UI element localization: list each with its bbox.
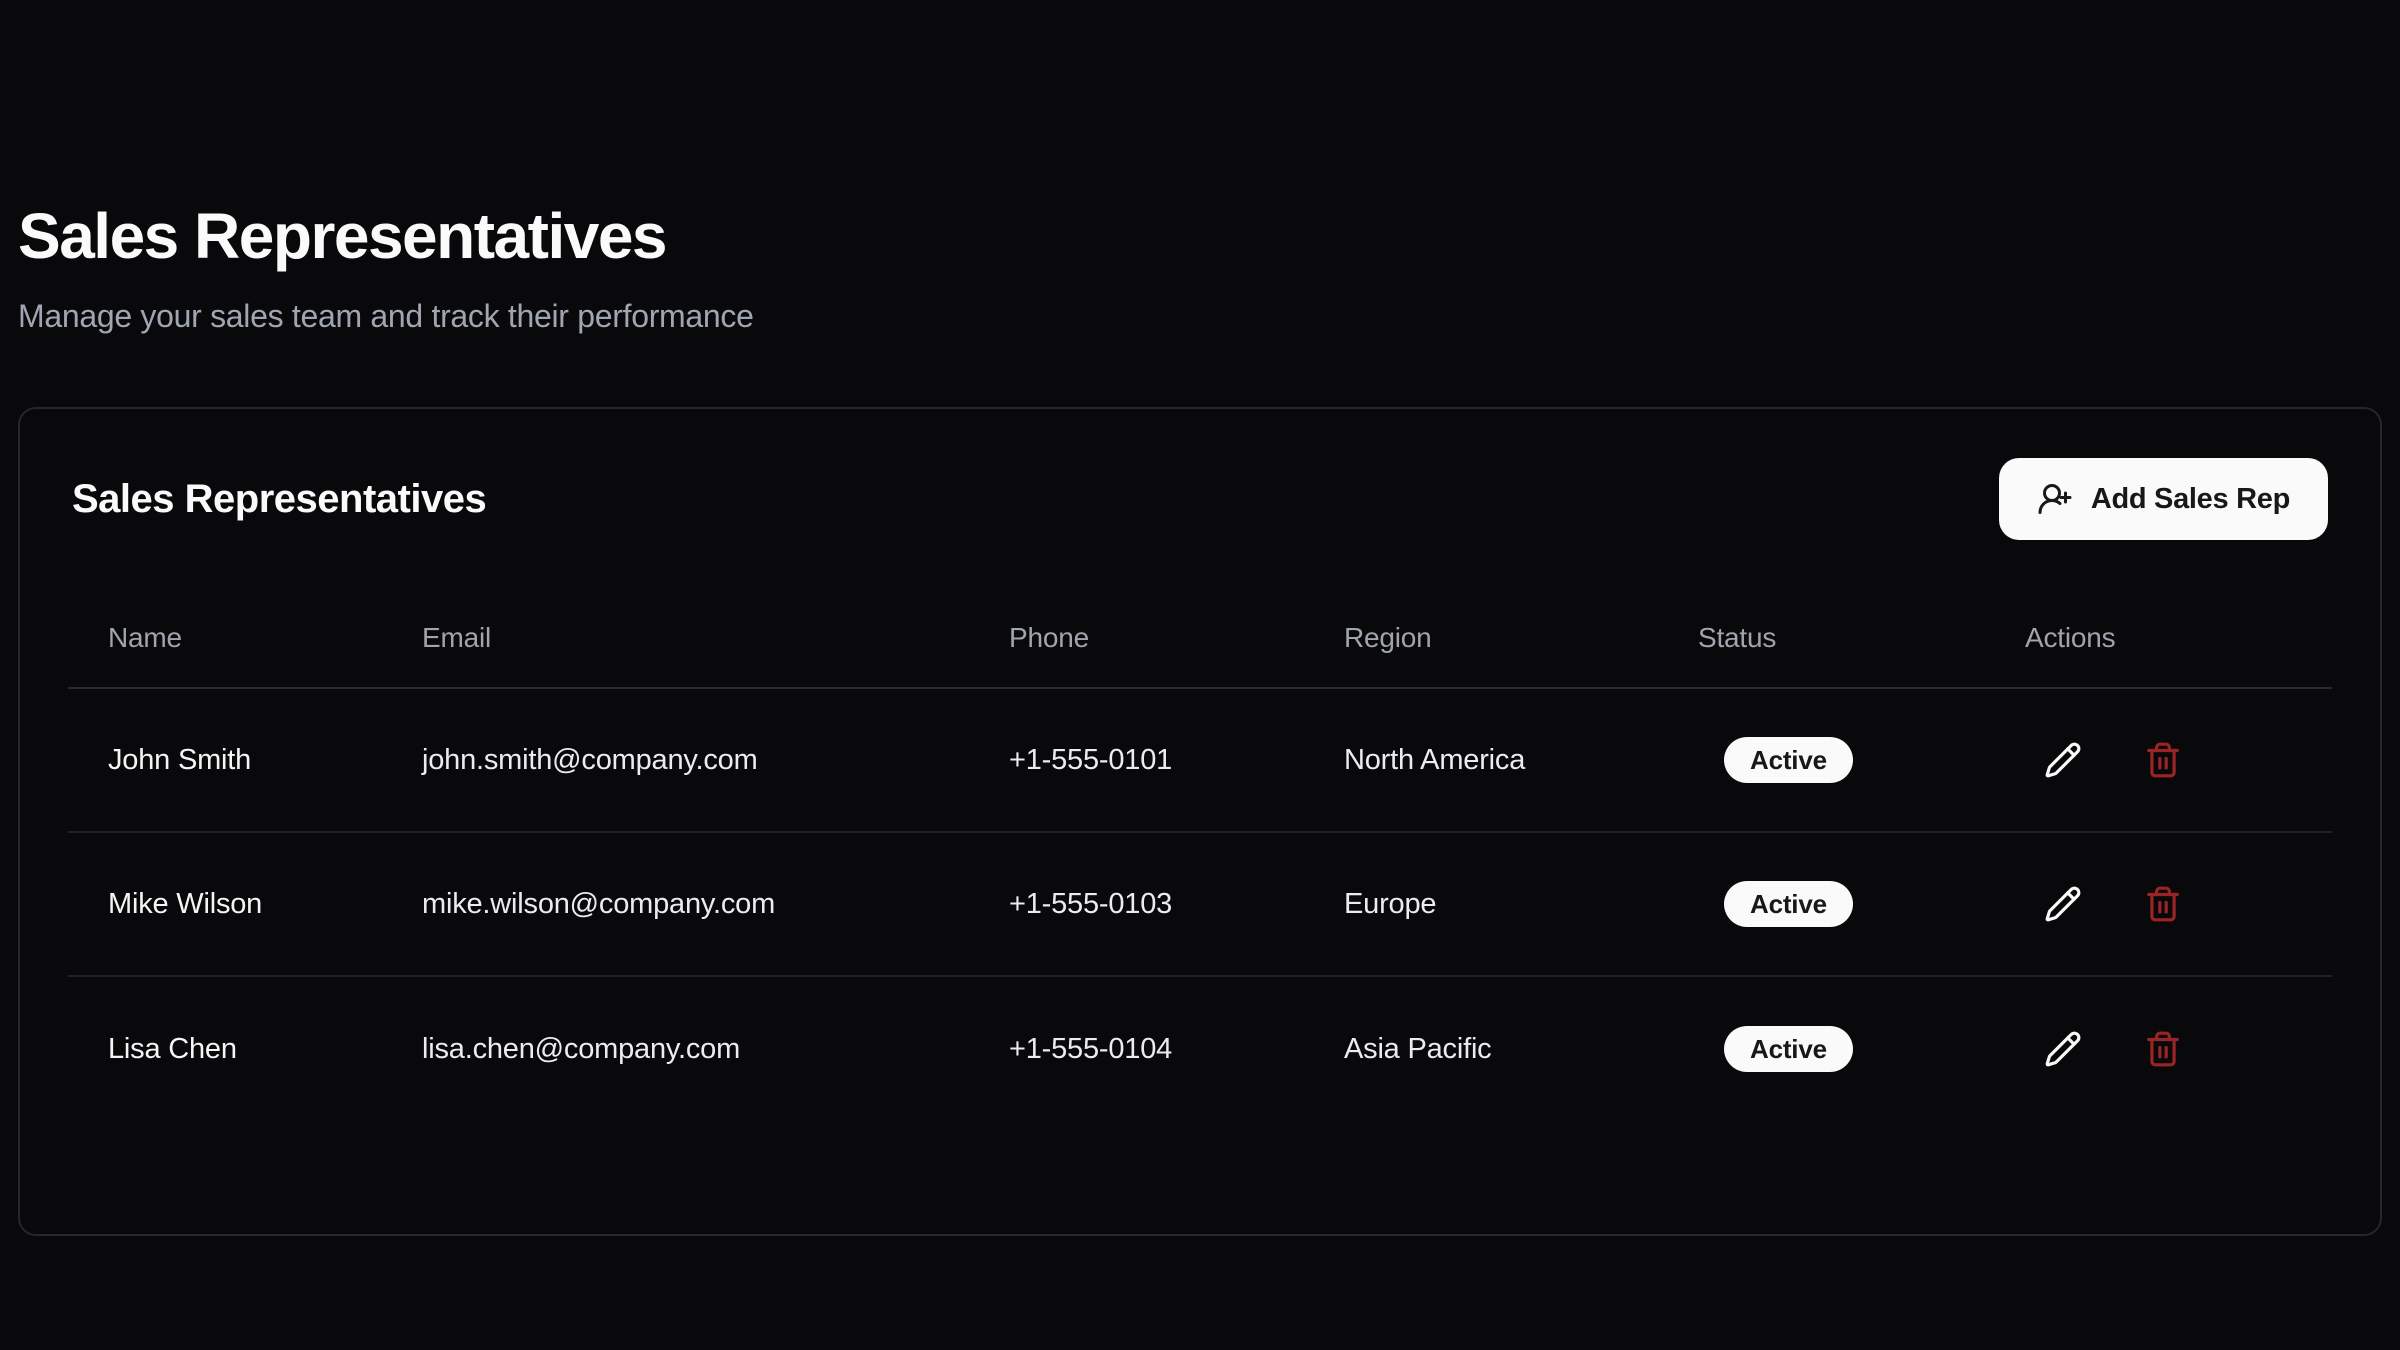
delete-button[interactable] <box>2141 738 2185 782</box>
cell-phone: +1-555-0101 <box>1009 744 1344 777</box>
edit-button[interactable] <box>2041 738 2085 782</box>
cell-phone: +1-555-0103 <box>1009 888 1344 921</box>
cell-region: Europe <box>1344 888 1698 921</box>
table-row: Mike Wilson mike.wilson@company.com +1-5… <box>68 833 2332 977</box>
column-header-email: Email <box>422 622 1009 654</box>
table-row: John Smith john.smith@company.com +1-555… <box>68 689 2332 833</box>
cell-name: Lisa Chen <box>108 1033 422 1066</box>
add-sales-rep-button[interactable]: Add Sales Rep <box>1999 458 2328 540</box>
delete-button[interactable] <box>2141 1027 2185 1071</box>
edit-button[interactable] <box>2041 882 2085 926</box>
page: Sales Representatives Manage your sales … <box>0 0 2400 1350</box>
column-header-status: Status <box>1698 622 2025 654</box>
card-title: Sales Representatives <box>72 477 486 522</box>
cell-actions <box>2025 1027 2332 1071</box>
status-badge: Active <box>1724 881 1853 927</box>
edit-button[interactable] <box>2041 1027 2085 1071</box>
pencil-icon <box>2044 885 2082 923</box>
add-sales-rep-label: Add Sales Rep <box>2091 483 2290 516</box>
user-plus-icon <box>2037 481 2073 517</box>
pencil-icon <box>2044 741 2082 779</box>
cell-status: Active <box>1698 881 2025 927</box>
card-header: Sales Representatives Add Sales Rep <box>20 409 2380 589</box>
cell-name: Mike Wilson <box>108 888 422 921</box>
column-header-actions: Actions <box>2025 622 2332 654</box>
cell-phone: +1-555-0104 <box>1009 1033 1344 1066</box>
cell-region: North America <box>1344 744 1698 777</box>
cell-status: Active <box>1698 737 2025 783</box>
cell-actions <box>2025 882 2332 926</box>
status-badge: Active <box>1724 737 1853 783</box>
cell-status: Active <box>1698 1026 2025 1072</box>
trash-icon <box>2144 885 2182 923</box>
cell-email: john.smith@company.com <box>422 744 1009 777</box>
column-header-region: Region <box>1344 622 1698 654</box>
table-row: Lisa Chen lisa.chen@company.com +1-555-0… <box>68 977 2332 1121</box>
status-badge: Active <box>1724 1026 1853 1072</box>
column-header-phone: Phone <box>1009 622 1344 654</box>
pencil-icon <box>2044 1030 2082 1068</box>
trash-icon <box>2144 1030 2182 1068</box>
cell-name: John Smith <box>108 744 422 777</box>
sales-reps-card: Sales Representatives Add Sales Rep Name… <box>18 407 2382 1236</box>
cell-actions <box>2025 738 2332 782</box>
sales-reps-table: Name Email Phone Region Status Actions J… <box>68 589 2332 1121</box>
cell-email: mike.wilson@company.com <box>422 888 1009 921</box>
cell-region: Asia Pacific <box>1344 1033 1698 1066</box>
delete-button[interactable] <box>2141 882 2185 926</box>
column-header-name: Name <box>108 622 422 654</box>
trash-icon <box>2144 741 2182 779</box>
table-header-row: Name Email Phone Region Status Actions <box>68 589 2332 689</box>
cell-email: lisa.chen@company.com <box>422 1033 1009 1066</box>
page-subtitle: Manage your sales team and track their p… <box>18 294 2382 338</box>
page-title: Sales Representatives <box>18 198 2382 274</box>
